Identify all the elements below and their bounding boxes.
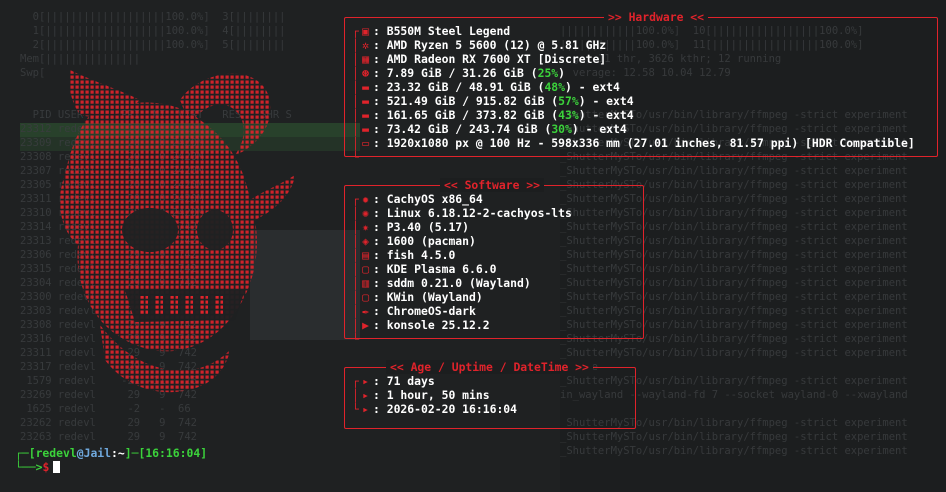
hardware-value: 73.42 GiB / 243.74 GiB ( [386, 122, 552, 136]
shell-icon: ▤ [362, 248, 369, 262]
window-manager-icon: ▢ [362, 290, 369, 304]
cpu-icon: ✲ [362, 38, 369, 52]
memory-icon: ⊛ [362, 66, 369, 80]
software-row: ✷: P3.40 (5.17) [360, 220, 469, 234]
uptime-value: 1 hour, 50 mins [386, 388, 490, 402]
hardware-value: 521.49 GiB / 915.82 GiB ( [386, 94, 559, 108]
hardware-value-suffix: ) [558, 66, 566, 80]
hardware-value-suffix: ) - ext4 [578, 94, 634, 108]
hardware-value: AMD Radeon RX 7600 XT [Discrete] [386, 52, 607, 66]
software-row: ▶: konsole 25.12.2 [360, 318, 490, 332]
hardware-value-suffix: ) - ext4 [565, 80, 620, 94]
hardware-value: B550M Steel Legend [386, 24, 511, 38]
usage-percent: 30% [551, 122, 572, 136]
prompt-symbol: $ [42, 460, 50, 474]
software-title: << Software >> [440, 178, 545, 192]
uptime-value: 2026-02-20 16:16:04 [386, 402, 518, 416]
login-manager-icon: ▥ [362, 276, 369, 290]
text-cursor[interactable] [53, 461, 61, 473]
hardware-title: >> Hardware << [604, 10, 709, 24]
datetime-icon: ▸ [362, 402, 369, 416]
hardware-row: ✲: AMD Ryzen 5 5600 (12) @ 5.81 GHz [360, 38, 606, 52]
disk-icon: ▬ [362, 108, 369, 122]
prompt-time: 16:16:04 [145, 446, 201, 460]
uptime-row: ▸: 2026-02-20 16:16:04 [360, 402, 517, 416]
desktop-icon: ▢ [362, 262, 369, 276]
prompt-host: Jail [83, 446, 112, 460]
hardware-row: ▬: 73.42 GiB / 243.74 GiB (30%) - ext4 [360, 122, 627, 136]
init-icon: ✷ [362, 220, 369, 234]
hardware-row: ▬: 161.65 GiB / 373.82 GiB (43%) - ext4 [360, 108, 634, 122]
software-row: ✹: CachyOS x86_64 [360, 192, 483, 206]
software-value: Linux 6.18.12-2-cachyos-lts [386, 206, 572, 220]
software-tree-lines: ┌ │ │ │ │ │ │ │ │ │ └ [352, 192, 359, 346]
package-icon: ◈ [362, 234, 369, 248]
hardware-value: 7.89 GiB / 31.26 GiB ( [386, 66, 538, 80]
software-value: KWin (Wayland) [386, 290, 483, 304]
uptime-row: ▸: 71 days [360, 374, 435, 388]
uptime-row: ▸: 1 hour, 50 mins [360, 388, 490, 402]
software-value: sddm 0.21.0 (Wayland) [386, 276, 531, 290]
software-row: ✺: Linux 6.18.12-2-cachyos-lts [360, 206, 572, 220]
usage-percent: 43% [558, 108, 579, 122]
software-row: ◈: 1600 (pacman) [360, 234, 476, 248]
prompt-path: ~ [117, 446, 125, 460]
uptime-tree-lines: ┌ │ └ [352, 374, 359, 416]
hardware-value: 161.65 GiB / 373.82 GiB ( [386, 108, 559, 122]
uptime-title: << Age / Uptime / DateTime >> [386, 360, 593, 374]
software-value: 1600 (pacman) [386, 234, 476, 248]
display-icon: ▭ [362, 136, 369, 150]
hardware-row: ▭: 1920x1080 px @ 100 Hz - 598x336 mm (2… [360, 136, 915, 150]
usage-percent: 48% [544, 80, 566, 94]
motherboard-icon: ▣ [362, 24, 369, 38]
theme-icon: ✒ [362, 304, 369, 318]
usage-percent: 57% [558, 94, 579, 108]
usage-percent: 25% [537, 66, 559, 80]
hardware-value-suffix: ) - ext4 [578, 108, 634, 122]
software-value: KDE Plasma 6.6.0 [386, 262, 497, 276]
software-row: ▢: KDE Plasma 6.6.0 [360, 262, 496, 276]
prompt-user: redevl [35, 446, 77, 460]
uptime-icon: ▸ [362, 388, 369, 402]
age-icon: ▸ [362, 374, 369, 388]
kernel-icon: ✺ [362, 206, 369, 220]
gpu-icon: ▦ [362, 52, 369, 66]
software-row: ▢: KWin (Wayland) [360, 290, 483, 304]
hardware-value-suffix: ) - ext4 [571, 122, 627, 136]
disk-icon: ▬ [362, 80, 369, 94]
skull-logo [59, 70, 295, 393]
software-value: ChromeOS-dark [386, 304, 476, 318]
hardware-row: ▦: AMD Radeon RX 7600 XT [Discrete] [360, 52, 606, 66]
disk-icon: ▬ [362, 94, 369, 108]
hardware-value: AMD Ryzen 5 5600 (12) @ 5.81 GHz [386, 38, 607, 52]
terminal-icon: ▶ [362, 318, 369, 332]
hardware-tree-lines: ┌ │ │ │ │ │ │ │ │ └ [352, 24, 359, 164]
software-row: ✒: ChromeOS-dark [360, 304, 476, 318]
disk-icon: ▬ [362, 122, 369, 136]
software-value: konsole 25.12.2 [386, 318, 490, 332]
shell-prompt[interactable]: ┌─[redevl@Jail:~]─[16:16:04] └──>$ [15, 446, 207, 474]
hardware-row: ⊛: 7.89 GiB / 31.26 GiB (25%) [360, 66, 565, 80]
uptime-value: 71 days [386, 374, 435, 388]
software-value: P3.40 (5.17) [386, 220, 470, 234]
software-row: ▥: sddm 0.21.0 (Wayland) [360, 276, 531, 290]
hardware-value: 1920x1080 px @ 100 Hz - 598x336 mm (27.0… [386, 136, 915, 150]
hardware-row: ▬: 23.32 GiB / 48.91 GiB (48%) - ext4 [360, 80, 620, 94]
os-icon: ✹ [362, 192, 369, 206]
software-value: CachyOS x86_64 [386, 192, 483, 206]
hardware-row: ▣: B550M Steel Legend [360, 24, 510, 38]
hardware-value: 23.32 GiB / 48.91 GiB ( [386, 80, 545, 94]
software-value: fish 4.5.0 [386, 248, 456, 262]
software-row: ▤: fish 4.5.0 [360, 248, 455, 262]
hardware-row: ▬: 521.49 GiB / 915.82 GiB (57%) - ext4 [360, 94, 634, 108]
